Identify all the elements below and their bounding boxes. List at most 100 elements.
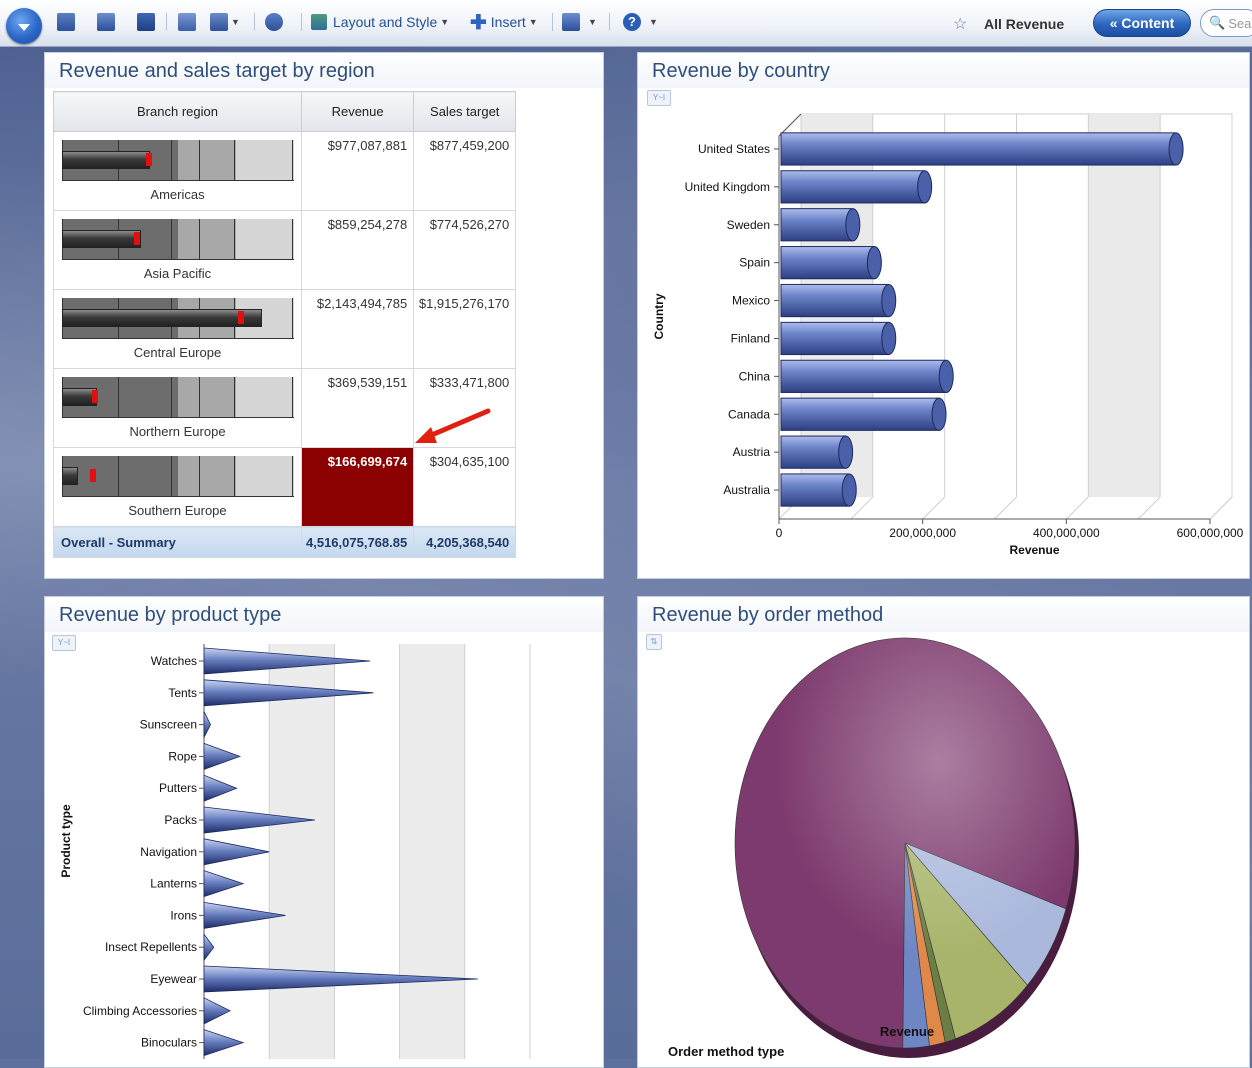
- bullet-axis: [62, 180, 294, 181]
- sales-target-cell[interactable]: $1,915,276,170: [413, 289, 517, 369]
- new-dashboard-icon: [57, 13, 75, 31]
- bullet-cell[interactable]: Central Europe: [53, 289, 302, 369]
- home-menu[interactable]: ▼: [562, 9, 597, 35]
- country-bar-cap: [866, 246, 882, 280]
- bullet-axis: [62, 417, 294, 418]
- country-bar: [780, 208, 854, 242]
- y-tick-label: Climbing Accessories: [83, 1004, 197, 1018]
- save-button[interactable]: [137, 9, 155, 35]
- toolbar-separator: [552, 13, 553, 31]
- column-header-revenue[interactable]: Revenue: [300, 91, 415, 132]
- bullet-band: [62, 456, 178, 496]
- layout-style-menu[interactable]: Layout and Style ▼: [311, 9, 449, 35]
- summary-revenue[interactable]: 4,516,075,768.85: [300, 526, 415, 558]
- email-icon: [178, 13, 196, 31]
- bullet-target-marker: [145, 153, 152, 166]
- toolbar: ▼ Layout and Style ▼ ✚ Insert ▼ ▼ ? ▼ ☆ …: [0, 0, 1252, 47]
- refresh-icon: [265, 13, 283, 31]
- table-row[interactable]: Americas $977,087,881 $877,459,200: [53, 131, 517, 211]
- country-bar: [780, 132, 1177, 166]
- revenue-cell[interactable]: $977,087,881: [300, 131, 415, 211]
- email-button[interactable]: [178, 9, 196, 35]
- open-button[interactable]: [97, 9, 115, 35]
- bullet-chart: [62, 456, 294, 497]
- revenue-cell[interactable]: $166,699,674: [300, 447, 415, 527]
- bullet-cell[interactable]: Northern Europe: [53, 368, 302, 448]
- star-icon[interactable]: ☆: [953, 14, 967, 34]
- region-table: Branch region Revenue Sales target Ameri…: [53, 91, 517, 558]
- home-icon: [562, 13, 580, 31]
- bullet-band: [178, 219, 236, 259]
- bullet-band: [178, 377, 236, 417]
- share-button[interactable]: ▼: [210, 9, 240, 35]
- search-placeholder: Sear: [1228, 15, 1252, 31]
- revenue-cell[interactable]: $859,254,278: [300, 210, 415, 290]
- chevron-down-icon: ▼: [649, 17, 658, 27]
- bullet-tick: [117, 377, 119, 417]
- save-icon: [137, 13, 155, 31]
- bullet-chart: [62, 298, 294, 339]
- revenue-cell[interactable]: $2,143,494,785: [300, 289, 415, 369]
- bullet-tick: [117, 456, 119, 496]
- country-bar-cap: [1168, 132, 1184, 166]
- y-tick-label: Austria: [733, 445, 771, 459]
- column-header-sales-target[interactable]: Sales target: [413, 91, 517, 132]
- layout-style-label: Layout and Style: [333, 14, 438, 30]
- y-tick-label: Rope: [168, 749, 197, 763]
- help-icon: ?: [623, 13, 641, 31]
- sales-target-cell[interactable]: $774,526,270: [413, 210, 517, 290]
- bullet-cell[interactable]: Southern Europe: [53, 447, 302, 527]
- bullet-tick: [198, 219, 200, 259]
- bullet-tick: [291, 219, 293, 259]
- country-bar-cap: [841, 473, 857, 507]
- bullet-cell[interactable]: Asia Pacific: [53, 210, 302, 290]
- bullet-tick: [171, 140, 173, 180]
- y-tick-label: United Kingdom: [685, 180, 770, 194]
- bullet-tick: [233, 377, 235, 417]
- table-row[interactable]: Asia Pacific $859,254,278 $774,526,270: [53, 210, 517, 290]
- main-menu-button[interactable]: [6, 8, 42, 44]
- bullet-band: [178, 456, 236, 496]
- toolbar-separator: [254, 13, 255, 31]
- bullet-cell[interactable]: Americas: [53, 131, 302, 211]
- country-bar: [780, 397, 940, 431]
- bullet-axis: [62, 259, 294, 260]
- bullet-measure-bar: [62, 467, 79, 485]
- table-row[interactable]: Central Europe $2,143,494,785 $1,915,276,1…: [53, 289, 517, 369]
- bullet-tick: [291, 140, 293, 180]
- revenue-cell[interactable]: $369,539,151: [300, 368, 415, 448]
- toolbar-separator: [609, 13, 610, 31]
- bullet-tick: [198, 140, 200, 180]
- y-tick-label: Finland: [731, 331, 770, 345]
- bullet-tick: [198, 456, 200, 496]
- country-bar-cap: [838, 435, 854, 469]
- country-bar: [780, 170, 926, 204]
- plus-icon: ✚: [470, 11, 487, 34]
- plot-band: [1088, 114, 1161, 497]
- search-input[interactable]: 🔍 Sear: [1200, 9, 1252, 37]
- sales-target-cell[interactable]: $304,635,100: [413, 447, 517, 527]
- table-row[interactable]: Southern Europe $166,699,674 $304,635,100: [53, 447, 517, 527]
- refresh-button[interactable]: [265, 9, 283, 35]
- y-tick-label: Irons: [170, 908, 197, 922]
- summary-row[interactable]: Overall - Summary 4,516,075,768.85 4,205,3…: [53, 526, 517, 558]
- x-axis-label: Revenue: [1009, 543, 1059, 557]
- insert-label: Insert: [490, 14, 526, 30]
- summary-sales-target[interactable]: 4,205,368,540: [413, 526, 517, 558]
- help-menu[interactable]: ? ▼: [623, 9, 658, 35]
- current-dashboard-title[interactable]: All Revenue: [984, 16, 1064, 32]
- revenue-by-country-chart: United States United Kingdom Sweden Spain Me…: [652, 113, 1244, 557]
- y-tick-label: Lanterns: [150, 877, 197, 891]
- bullet-measure-bar: [62, 230, 141, 248]
- sales-target-cell[interactable]: $877,459,200: [413, 131, 517, 211]
- column-header-branch-region[interactable]: Branch region: [53, 91, 302, 132]
- bullet-chart: [62, 140, 294, 181]
- content-button[interactable]: « Content: [1093, 9, 1191, 37]
- bullet-target-marker: [89, 469, 96, 482]
- pie-highlight: [735, 638, 1075, 1048]
- insert-menu[interactable]: ✚ Insert ▼: [470, 9, 538, 35]
- y-tick-label: Tents: [168, 686, 197, 700]
- new-dashboard-button[interactable]: [57, 9, 75, 35]
- y-tick-label: Binoculars: [141, 1036, 197, 1050]
- country-bar: [780, 321, 890, 356]
